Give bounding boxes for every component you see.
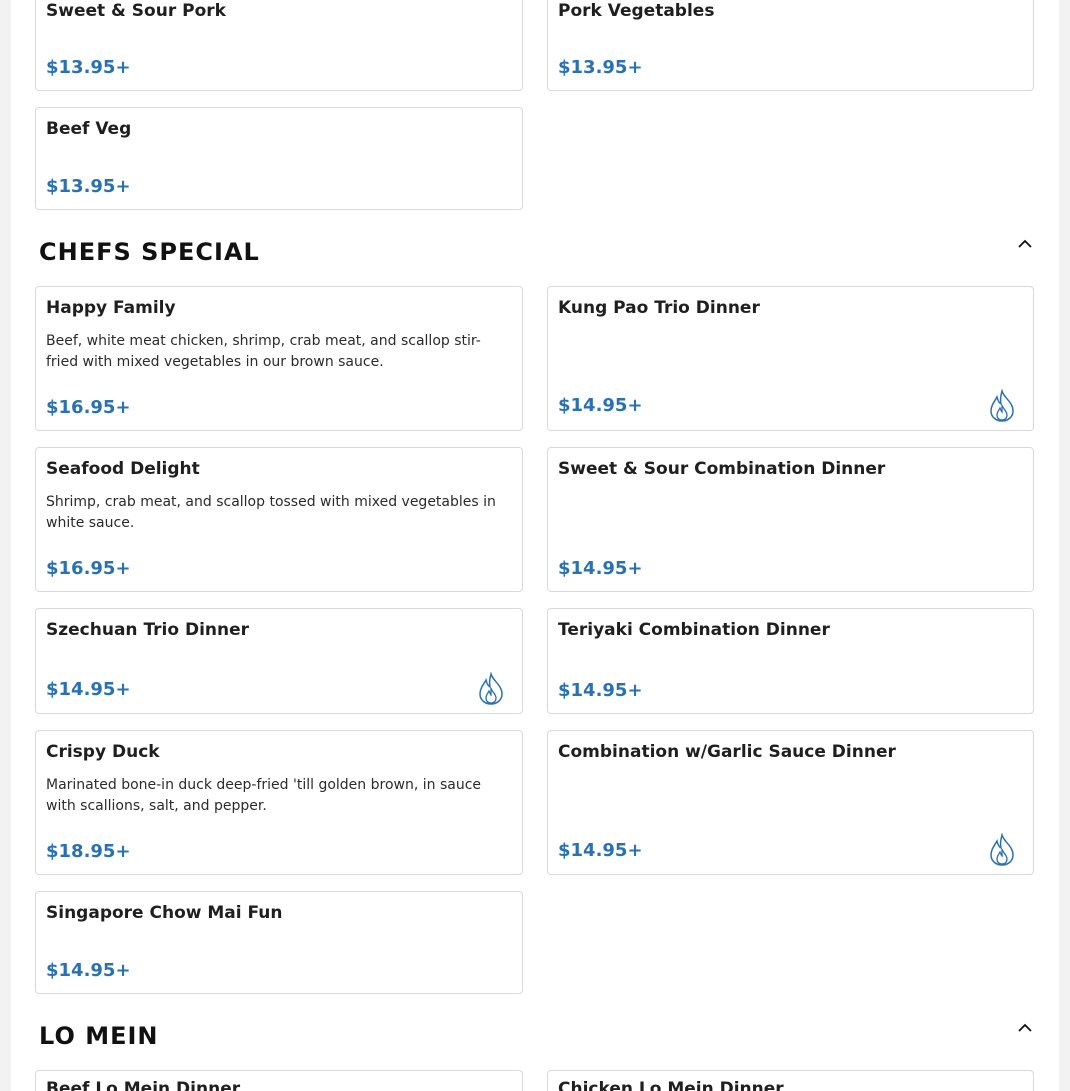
item-name: Chicken Lo Mein Dinner bbox=[558, 1079, 784, 1091]
item-price: $13.95+ bbox=[46, 176, 131, 197]
section-title-chefs-special: CHEFS SPECIAL bbox=[39, 238, 260, 266]
spicy-flame-icon bbox=[479, 672, 503, 705]
item-price: $13.95+ bbox=[558, 57, 643, 78]
item-description: Beef, white meat chicken, shrimp, crab m… bbox=[46, 333, 481, 370]
item-price: $14.95+ bbox=[558, 395, 643, 416]
item-name: Teriyaki Combination Dinner bbox=[558, 620, 830, 640]
menu-item-card[interactable]: Sweet & Sour Combination Dinner $14.95+ bbox=[547, 447, 1034, 592]
item-name: Sweet & Sour Pork bbox=[46, 1, 226, 21]
menu-item-card[interactable]: Kung Pao Trio Dinner $14.95+ bbox=[547, 286, 1034, 431]
menu-item-card[interactable]: Pork Vegetables $13.95+ bbox=[547, 0, 1034, 91]
spicy-flame-icon bbox=[990, 389, 1014, 422]
item-price: $16.95+ bbox=[46, 558, 131, 579]
item-name: Crispy Duck bbox=[46, 742, 160, 762]
item-description: Marinated bone-in duck deep-fried 'till … bbox=[46, 777, 482, 814]
menu-item-card[interactable]: Combination w/Garlic Sauce Dinner $14.95… bbox=[547, 730, 1034, 875]
menu-item-card[interactable]: Teriyaki Combination Dinner $14.95+ bbox=[547, 608, 1034, 714]
item-name: Seafood Delight bbox=[46, 459, 200, 479]
item-name: Kung Pao Trio Dinner bbox=[558, 298, 760, 318]
menu-item-card[interactable]: Chicken Lo Mein Dinner bbox=[547, 1070, 1034, 1091]
item-price: $14.95+ bbox=[46, 960, 131, 981]
menu-item-card[interactable]: Beef Lo Mein Dinner bbox=[35, 1070, 523, 1091]
item-name: Szechuan Trio Dinner bbox=[46, 620, 250, 640]
item-name: Happy Family bbox=[46, 298, 176, 318]
item-name: Sweet & Sour Combination Dinner bbox=[558, 459, 886, 479]
item-price: $14.95+ bbox=[558, 680, 643, 701]
spicy-flame-icon bbox=[990, 833, 1014, 866]
menu-item-card[interactable]: Beef Veg $13.95+ bbox=[35, 107, 523, 210]
item-price: $18.95+ bbox=[46, 841, 131, 862]
item-price: $14.95+ bbox=[558, 558, 643, 579]
item-description: Shrimp, crab meat, and scallop tossed wi… bbox=[46, 494, 496, 531]
item-price: $14.95+ bbox=[46, 679, 131, 700]
item-price: $14.95+ bbox=[558, 840, 643, 861]
item-name: Singapore Chow Mai Fun bbox=[46, 903, 283, 923]
section-title-lo-mein: LO MEIN bbox=[39, 1022, 159, 1050]
item-price: $13.95+ bbox=[46, 57, 131, 78]
item-name: Combination w/Garlic Sauce Dinner bbox=[558, 742, 896, 762]
menu-item-card[interactable]: Crispy Duck Marinated bone-in duck deep-… bbox=[35, 730, 523, 875]
menu-item-card[interactable]: Singapore Chow Mai Fun $14.95+ bbox=[35, 891, 523, 994]
item-name: Beef Lo Mein Dinner bbox=[46, 1079, 241, 1091]
item-name: Pork Vegetables bbox=[558, 1, 715, 21]
menu-item-card[interactable]: Happy Family Beef, white meat chicken, s… bbox=[35, 286, 523, 431]
chevron-up-icon[interactable] bbox=[1017, 1022, 1033, 1034]
item-price: $16.95+ bbox=[46, 397, 131, 418]
menu-item-card[interactable]: Sweet & Sour Pork $13.95+ bbox=[35, 0, 523, 91]
chevron-up-icon[interactable] bbox=[1017, 238, 1033, 250]
menu-item-card[interactable]: Szechuan Trio Dinner $14.95+ bbox=[35, 608, 523, 714]
item-name: Beef Veg bbox=[46, 119, 132, 139]
menu-item-card[interactable]: Seafood Delight Shrimp, crab meat, and s… bbox=[35, 447, 523, 592]
